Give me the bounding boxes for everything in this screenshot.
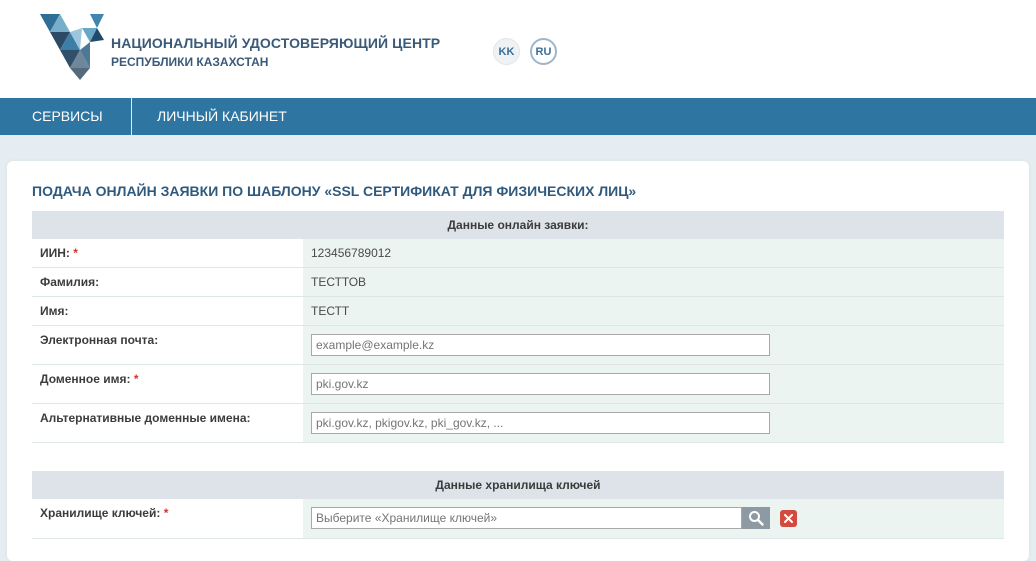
nav-divider bbox=[131, 98, 132, 135]
search-icon bbox=[749, 511, 764, 526]
email-input[interactable] bbox=[311, 334, 770, 356]
value-name: ТЕСТТ bbox=[303, 297, 1004, 325]
section-heading-application: Данные онлайн заявки: bbox=[32, 211, 1004, 239]
label-iin: ИИН: * bbox=[32, 239, 303, 267]
keystore-clear-button[interactable] bbox=[780, 510, 797, 527]
required-mark: * bbox=[133, 372, 139, 386]
main-navbar: СЕРВИСЫ ЛИЧНЫЙ КАБИНЕТ bbox=[0, 98, 1036, 135]
value-surname: ТЕСТТОВ bbox=[303, 268, 1004, 296]
page-title: ПОДАЧА ОНЛАЙН ЗАЯВКИ ПО ШАБЛОНУ «SSL СЕР… bbox=[32, 183, 637, 199]
close-icon bbox=[784, 514, 793, 523]
logo-icon[interactable] bbox=[38, 12, 106, 82]
value-keystore-cell bbox=[303, 499, 1004, 538]
form-row-keystore: Хранилище ключей: * bbox=[32, 499, 1004, 539]
form-row-email: Электронная почта: bbox=[32, 326, 1004, 365]
value-iin: 123456789012 bbox=[303, 239, 1004, 267]
label-text: Хранилище ключей: bbox=[40, 506, 161, 520]
value-alt-domains-cell bbox=[303, 404, 1004, 442]
label-email: Электронная почта: bbox=[32, 326, 303, 364]
value-email-cell bbox=[303, 326, 1004, 364]
keystore-search-button[interactable] bbox=[742, 507, 770, 529]
label-domain: Доменное имя: * bbox=[32, 365, 303, 403]
keystore-select-input[interactable] bbox=[311, 507, 742, 529]
nav-personal-account[interactable]: ЛИЧНЫЙ КАБИНЕТ bbox=[157, 98, 287, 135]
alt-domains-input[interactable] bbox=[311, 412, 770, 434]
domain-input[interactable] bbox=[311, 373, 770, 395]
section-heading-keystore: Данные хранилища ключей bbox=[32, 471, 1004, 499]
form-row-name: Имя: ТЕСТТ bbox=[32, 297, 1004, 326]
label-keystore: Хранилище ключей: * bbox=[32, 499, 303, 538]
label-alt-domains: Альтернативные доменные имена: bbox=[32, 404, 303, 442]
value-domain-cell bbox=[303, 365, 1004, 403]
org-subtitle: РЕСПУБЛИКИ КАЗАХСТАН bbox=[111, 55, 269, 69]
label-text: ИИН: bbox=[40, 246, 70, 260]
form-row-alt-domains: Альтернативные доменные имена: bbox=[32, 404, 1004, 443]
label-name: Имя: bbox=[32, 297, 303, 325]
label-surname: Фамилия: bbox=[32, 268, 303, 296]
language-kk-button[interactable]: KK bbox=[493, 38, 520, 65]
nav-services[interactable]: СЕРВИСЫ bbox=[32, 98, 103, 135]
required-mark: * bbox=[163, 506, 169, 520]
site-header: НАЦИОНАЛЬНЫЙ УДОСТОВЕРЯЮЩИЙ ЦЕНТР РЕСПУБ… bbox=[0, 0, 1036, 98]
org-name: НАЦИОНАЛЬНЫЙ УДОСТОВЕРЯЮЩИЙ ЦЕНТР bbox=[111, 35, 441, 51]
form-row-domain: Доменное имя: * bbox=[32, 365, 1004, 404]
label-text: Доменное имя: bbox=[40, 372, 131, 386]
form-row-surname: Фамилия: ТЕСТТОВ bbox=[32, 268, 1004, 297]
language-ru-button[interactable]: RU bbox=[530, 38, 557, 65]
required-mark: * bbox=[73, 246, 78, 260]
form-row-iin: ИИН: * 123456789012 bbox=[32, 239, 1004, 268]
